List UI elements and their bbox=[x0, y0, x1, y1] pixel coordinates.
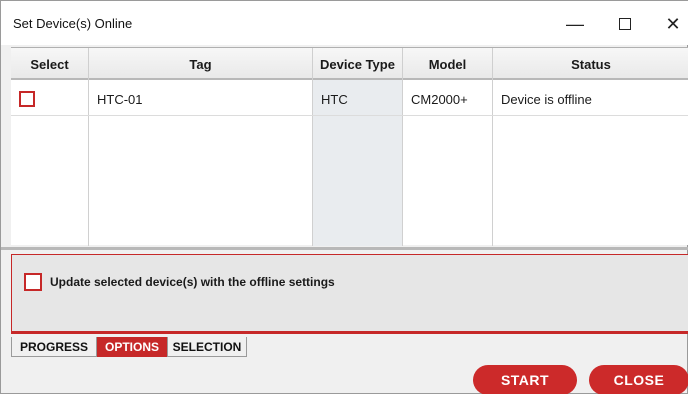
header-model[interactable]: Model bbox=[403, 48, 493, 80]
tag-cell: HTC-01 bbox=[97, 91, 143, 107]
tab-selection[interactable]: SELECTION bbox=[167, 337, 247, 357]
window-title: Set Device(s) Online bbox=[13, 16, 133, 31]
row-select-checkbox[interactable] bbox=[19, 91, 35, 107]
device-type-cell: HTC bbox=[321, 91, 348, 107]
update-offline-checkbox[interactable] bbox=[24, 273, 42, 291]
tab-options[interactable]: OPTIONS bbox=[97, 337, 167, 357]
status-cell: Device is offline bbox=[501, 91, 592, 107]
header-device-type[interactable]: Device Type bbox=[313, 48, 403, 80]
table-row[interactable]: HTC-01 HTC CM2000+ Device is offline bbox=[11, 82, 688, 116]
close-window-button[interactable]: ✕ bbox=[653, 9, 688, 39]
close-icon: ✕ bbox=[665, 13, 681, 34]
splitter[interactable] bbox=[1, 247, 688, 250]
minimize-icon: — bbox=[566, 13, 584, 34]
select-cell bbox=[11, 82, 89, 116]
close-button[interactable]: CLOSE bbox=[589, 365, 688, 394]
update-offline-label[interactable]: Update selected device(s) with the offli… bbox=[50, 275, 335, 289]
header-tag[interactable]: Tag bbox=[89, 48, 313, 80]
start-button[interactable]: START bbox=[473, 365, 577, 394]
title-bar: Set Device(s) Online — ✕ bbox=[1, 1, 688, 45]
tab-progress[interactable]: PROGRESS bbox=[11, 337, 97, 357]
maximize-button[interactable] bbox=[605, 9, 645, 39]
set-devices-online-window: Set Device(s) Online — ✕ Select Tag Devi… bbox=[0, 0, 688, 394]
grid-header: Select Tag Device Type Model Status bbox=[11, 48, 688, 80]
header-select[interactable]: Select bbox=[11, 48, 89, 80]
minimize-button[interactable]: — bbox=[555, 9, 595, 39]
options-panel: Update selected device(s) with the offli… bbox=[11, 254, 688, 334]
maximize-icon bbox=[619, 18, 631, 30]
header-status[interactable]: Status bbox=[493, 48, 688, 80]
model-cell: CM2000+ bbox=[411, 91, 468, 107]
devices-grid: Select Tag Device Type Model Status HTC-… bbox=[11, 47, 688, 246]
